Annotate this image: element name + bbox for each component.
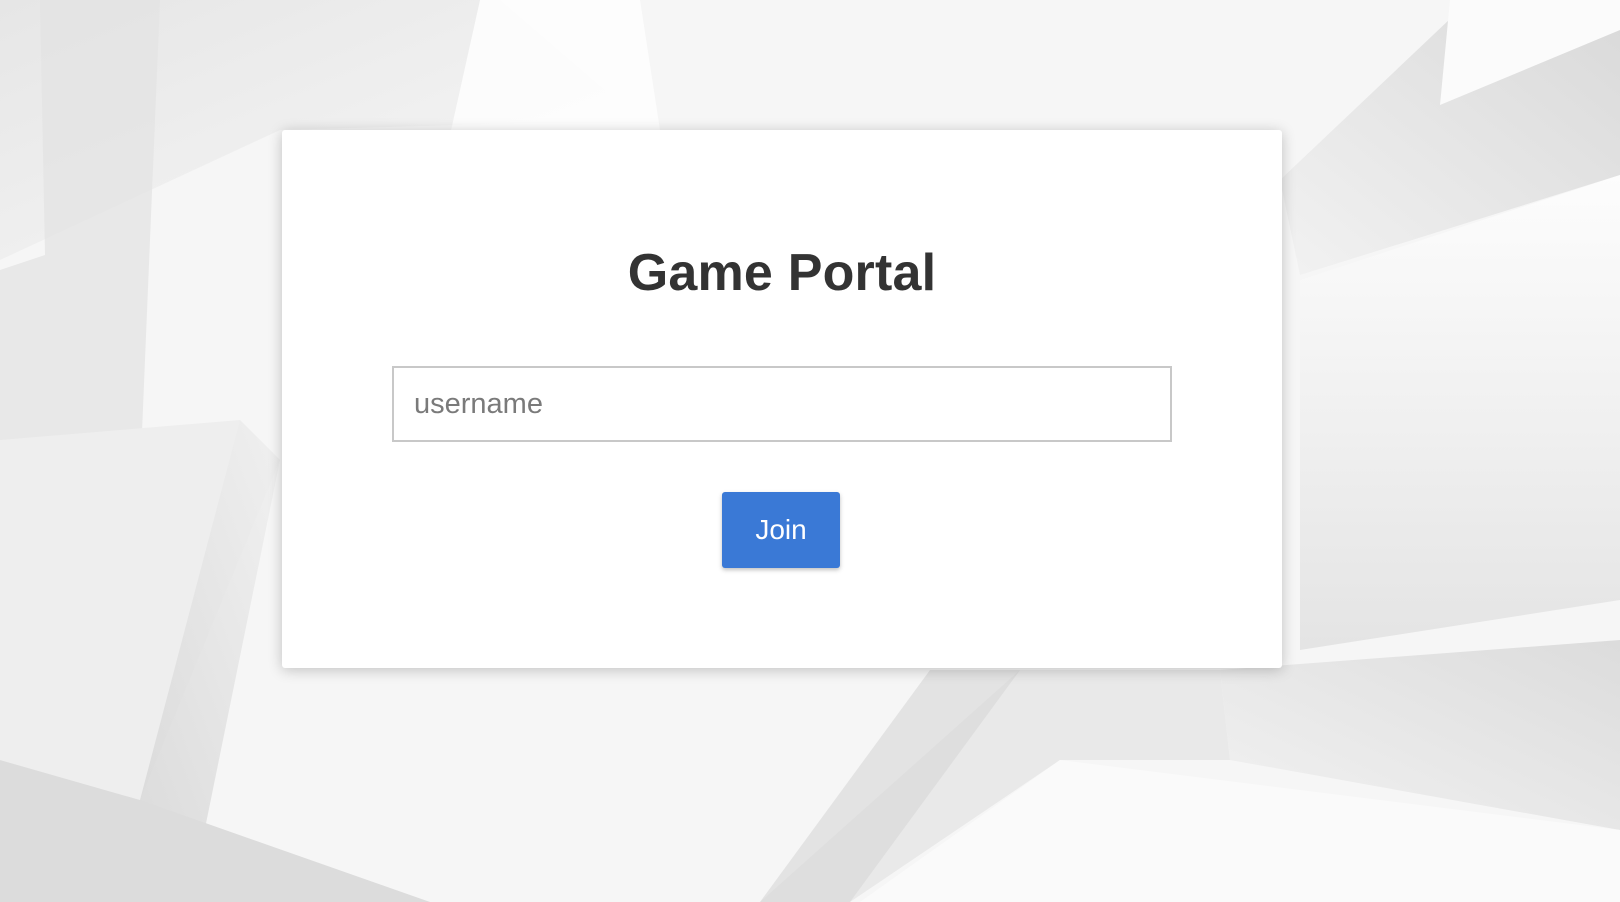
username-input[interactable] <box>392 366 1172 442</box>
page-title: Game Portal <box>627 244 937 302</box>
login-card: Game Portal Join <box>282 130 1282 668</box>
join-button[interactable]: Join <box>722 492 840 568</box>
